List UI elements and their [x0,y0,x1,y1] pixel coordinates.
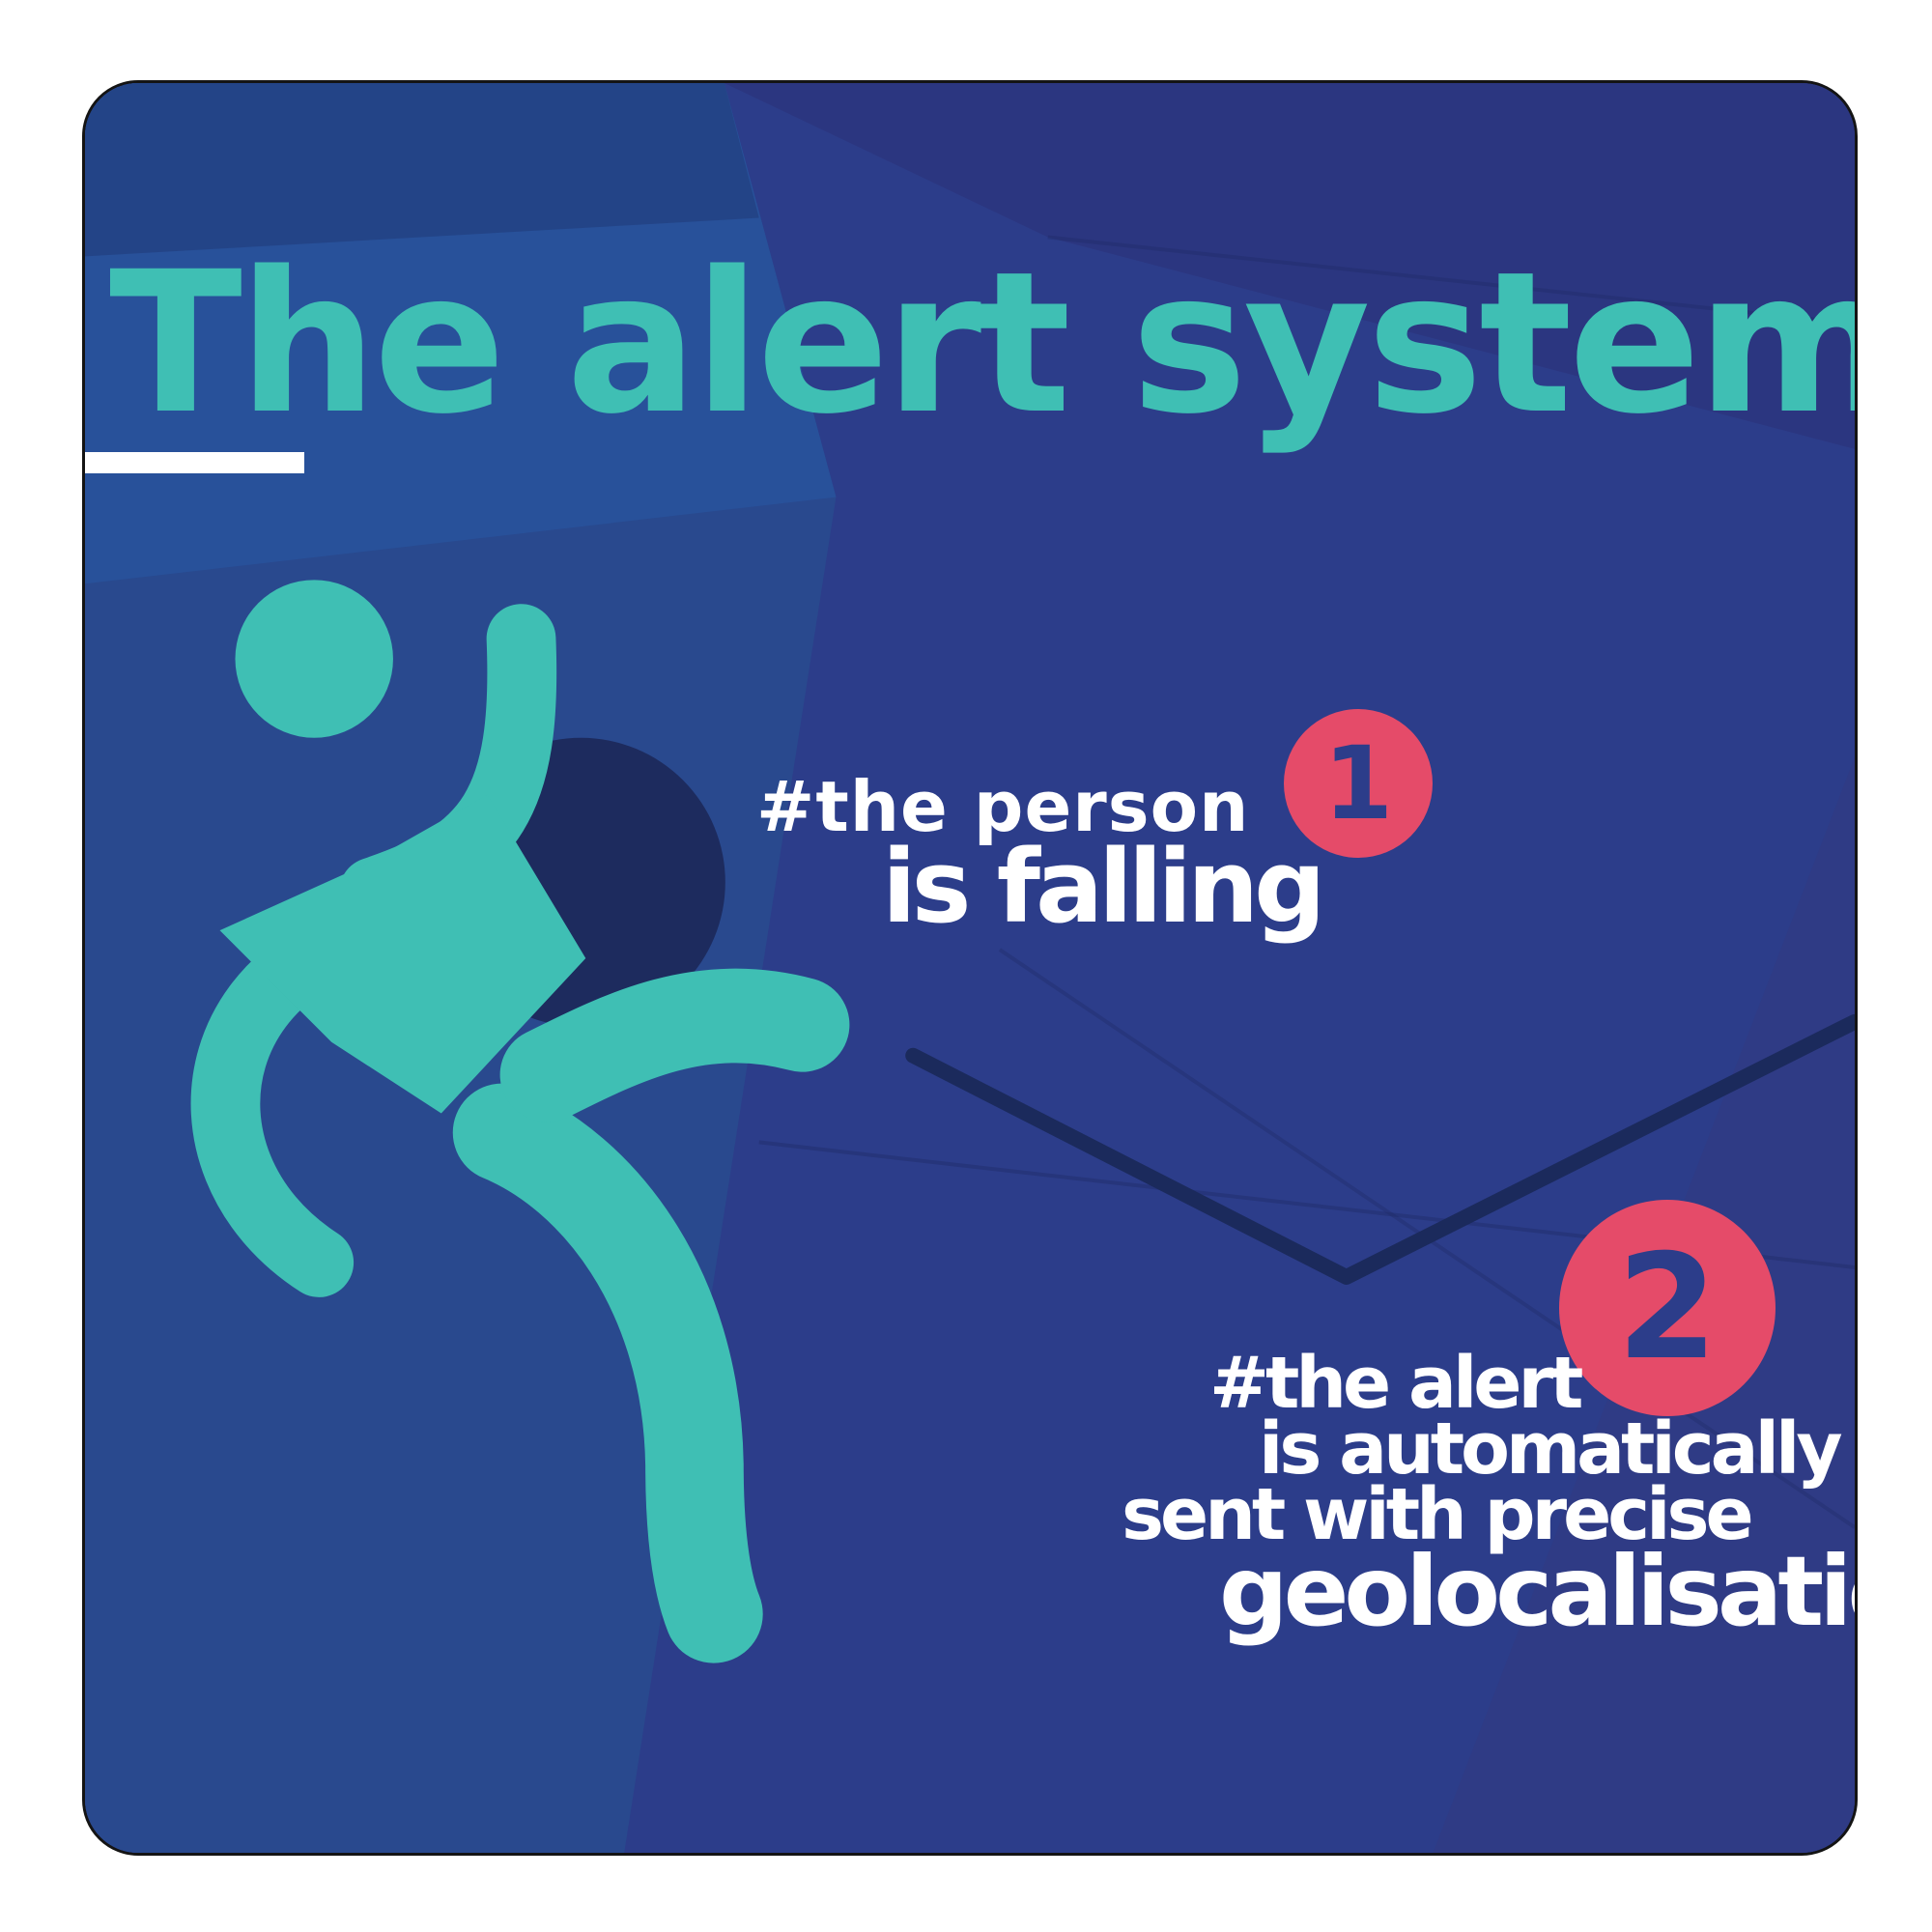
step-2-line-4: geolocalisation [1219,1535,1855,1648]
step-1-line-2: is falling [882,828,1326,946]
alert-system-card: The alert system 1 #the person is fallin… [82,80,1858,1856]
head [235,580,393,738]
leg-front [499,968,850,1122]
step-2-badge: 2 [1559,1200,1776,1416]
leg-back [452,1083,763,1663]
